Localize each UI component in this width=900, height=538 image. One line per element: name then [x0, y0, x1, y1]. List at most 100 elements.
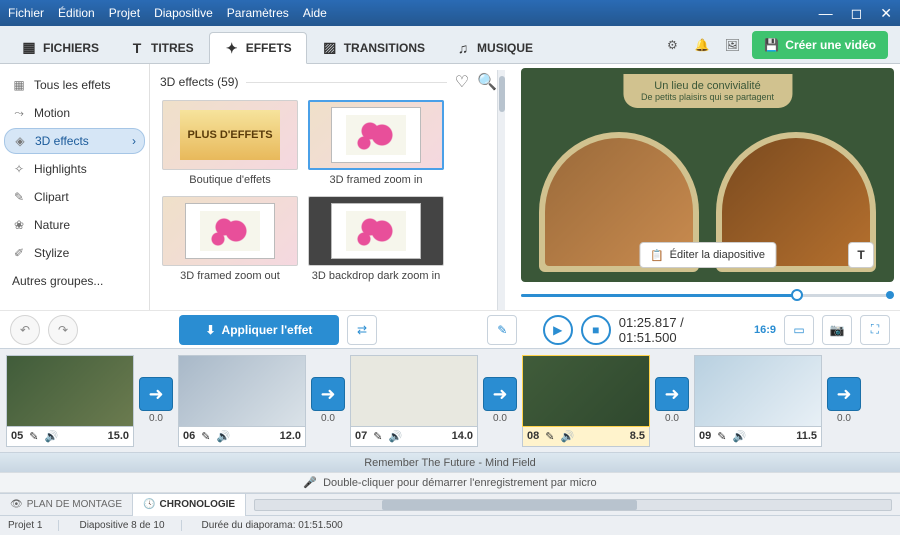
effects-scrollbar[interactable]: [497, 70, 505, 310]
brush-button[interactable]: ✎: [487, 315, 517, 345]
titles-icon: T: [129, 40, 145, 56]
brush-icon: ✐: [12, 246, 26, 260]
timeline[interactable]: 05✎🔊15.0 ➜0.0 06✎🔊12.0 ➜0.0 07✎🔊14.0 ➜0.…: [0, 348, 900, 452]
window-controls: — ◻ ✕: [819, 5, 892, 22]
menu-edit[interactable]: Édition: [58, 6, 95, 20]
settings-icon[interactable]: ⚙: [662, 35, 682, 55]
cube-icon: ◈: [13, 134, 27, 148]
fullscreen-button[interactable]: ⛶: [860, 315, 890, 345]
sparkle-icon: ✧: [12, 162, 26, 176]
tab-music[interactable]: ♫MUSIQUE: [440, 31, 548, 63]
arrow-right-icon: ➜: [483, 377, 517, 411]
transitions-icon: ▨: [322, 40, 338, 56]
arrow-right-icon: ➜: [655, 377, 689, 411]
chevron-right-icon: ›: [132, 134, 136, 148]
action-row: ↶ ↷ ⬇Appliquer l'effet ⇄ ✎ ▶ ■ 01:25.817…: [0, 310, 900, 348]
arrow-right-icon: ➜: [139, 377, 173, 411]
pencil-icon[interactable]: ✎: [545, 430, 554, 443]
tab-transitions[interactable]: ▨TRANSITIONS: [307, 31, 440, 63]
create-video-button[interactable]: 💾Créer une vidéo: [752, 31, 888, 59]
cat-clipart[interactable]: ✎Clipart: [4, 184, 145, 210]
pencil-icon[interactable]: ✎: [29, 430, 38, 443]
horizontal-scrollbar[interactable]: [254, 499, 892, 511]
close-icon[interactable]: ✕: [880, 5, 892, 22]
tab-chrono[interactable]: 🕓CHRONOLOGIE: [133, 494, 246, 516]
bottom-tabs: 👁PLAN DE MONTAGE 🕓CHRONOLOGIE: [0, 493, 900, 515]
transition-4[interactable]: ➜0.0: [652, 377, 692, 424]
crop-button[interactable]: ▭: [784, 315, 814, 345]
tab-effects[interactable]: ✦EFFETS: [209, 32, 307, 64]
tab-plan[interactable]: 👁PLAN DE MONTAGE: [0, 494, 133, 516]
title-bar: Fichier Édition Projet Diapositive Param…: [0, 0, 900, 26]
menu-help[interactable]: Aide: [303, 6, 327, 20]
mic-icon: 🎤: [303, 476, 317, 489]
maximize-icon[interactable]: ◻: [851, 5, 863, 22]
music-icon: ♫: [455, 40, 471, 56]
arrow-right-icon: ➜: [827, 377, 861, 411]
leaf-icon: ❀: [12, 218, 26, 232]
clock-icon: 🕓: [143, 499, 155, 510]
save-icon: 💾: [764, 38, 779, 52]
transition-1[interactable]: ➜0.0: [136, 377, 176, 424]
minimize-icon[interactable]: —: [819, 5, 833, 22]
search-icon[interactable]: 🔍: [477, 72, 497, 92]
redo-button[interactable]: ↷: [48, 315, 78, 345]
grid-icon: ▦: [12, 78, 26, 92]
preview-slider[interactable]: [521, 286, 894, 304]
cat-motion[interactable]: ⤳Motion: [4, 100, 145, 126]
menu-settings[interactable]: Paramètres: [227, 6, 289, 20]
transition-3[interactable]: ➜0.0: [480, 377, 520, 424]
music-track[interactable]: Remember The Future - Mind Field: [0, 453, 900, 473]
camera-button[interactable]: 📷: [822, 315, 852, 345]
effect-3d-framed-zoom-in[interactable]: 3D framed zoom in: [308, 100, 444, 186]
cat-highlights[interactable]: ✧Highlights: [4, 156, 145, 182]
slide-05[interactable]: 05✎🔊15.0: [6, 355, 134, 447]
play-button[interactable]: ▶: [543, 315, 573, 345]
pencil-icon[interactable]: ✎: [201, 430, 210, 443]
effect-3d-backdrop-dark[interactable]: 3D backdrop dark zoom in: [308, 196, 444, 282]
volume-icon[interactable]: 🔊: [388, 430, 402, 443]
apply-effect-button[interactable]: ⬇Appliquer l'effet: [179, 315, 339, 345]
cat-other[interactable]: Autres groupes...: [4, 268, 145, 294]
snapshot-icon[interactable]: 🖼: [722, 35, 742, 55]
cat-all[interactable]: ▦Tous les effets: [4, 72, 145, 98]
pencil-icon[interactable]: ✎: [373, 430, 382, 443]
tab-files[interactable]: ▦FICHIERS: [6, 31, 114, 63]
arrow-right-icon: ➜: [311, 377, 345, 411]
cat-nature[interactable]: ❀Nature: [4, 212, 145, 238]
favorite-icon[interactable]: ♡: [455, 72, 469, 92]
aspect-ratio[interactable]: 16:9: [754, 324, 776, 336]
volume-icon[interactable]: 🔊: [44, 430, 58, 443]
volume-icon[interactable]: 🔊: [216, 430, 230, 443]
bell-icon[interactable]: 🔔: [692, 35, 712, 55]
slide-08[interactable]: 08✎🔊8.5: [522, 355, 650, 447]
slide-07[interactable]: 07✎🔊14.0: [350, 355, 478, 447]
volume-icon[interactable]: 🔊: [560, 430, 574, 443]
menu-file[interactable]: Fichier: [8, 6, 44, 20]
effect-3d-framed-zoom-out[interactable]: 3D framed zoom out: [162, 196, 298, 282]
files-icon: ▦: [21, 40, 37, 56]
record-track[interactable]: 🎤Double-cliquer pour démarrer l'enregist…: [0, 473, 900, 493]
motion-icon: ⤳: [12, 106, 26, 121]
audio-section: Remember The Future - Mind Field 🎤Double…: [0, 452, 900, 493]
text-tool-button[interactable]: T: [848, 242, 874, 268]
undo-button[interactable]: ↶: [10, 315, 40, 345]
menu-project[interactable]: Projet: [109, 6, 140, 20]
status-project: Projet 1: [8, 520, 59, 531]
tab-titles[interactable]: TTITRES: [114, 31, 209, 63]
status-duration: Durée du diaporama: 01:51.500: [202, 520, 343, 531]
effect-shop[interactable]: PLUS D'EFFETS Boutique d'effets: [162, 100, 298, 186]
menu-slide[interactable]: Diapositive: [154, 6, 213, 20]
timecode: 01:25.817 / 01:51.500: [619, 315, 738, 345]
stop-button[interactable]: ■: [581, 315, 611, 345]
cat-stylize[interactable]: ✐Stylize: [4, 240, 145, 266]
transition-5[interactable]: ➜0.0: [824, 377, 864, 424]
pencil-icon[interactable]: ✎: [717, 430, 726, 443]
edit-slide-button[interactable]: 📋Éditer la diapositive: [639, 242, 776, 268]
slide-06[interactable]: 06✎🔊12.0: [178, 355, 306, 447]
volume-icon[interactable]: 🔊: [732, 430, 746, 443]
transition-2[interactable]: ➜0.0: [308, 377, 348, 424]
shuffle-button[interactable]: ⇄: [347, 315, 377, 345]
cat-3d[interactable]: ◈3D effects›: [4, 128, 145, 154]
slide-09[interactable]: 09✎🔊11.5: [694, 355, 822, 447]
